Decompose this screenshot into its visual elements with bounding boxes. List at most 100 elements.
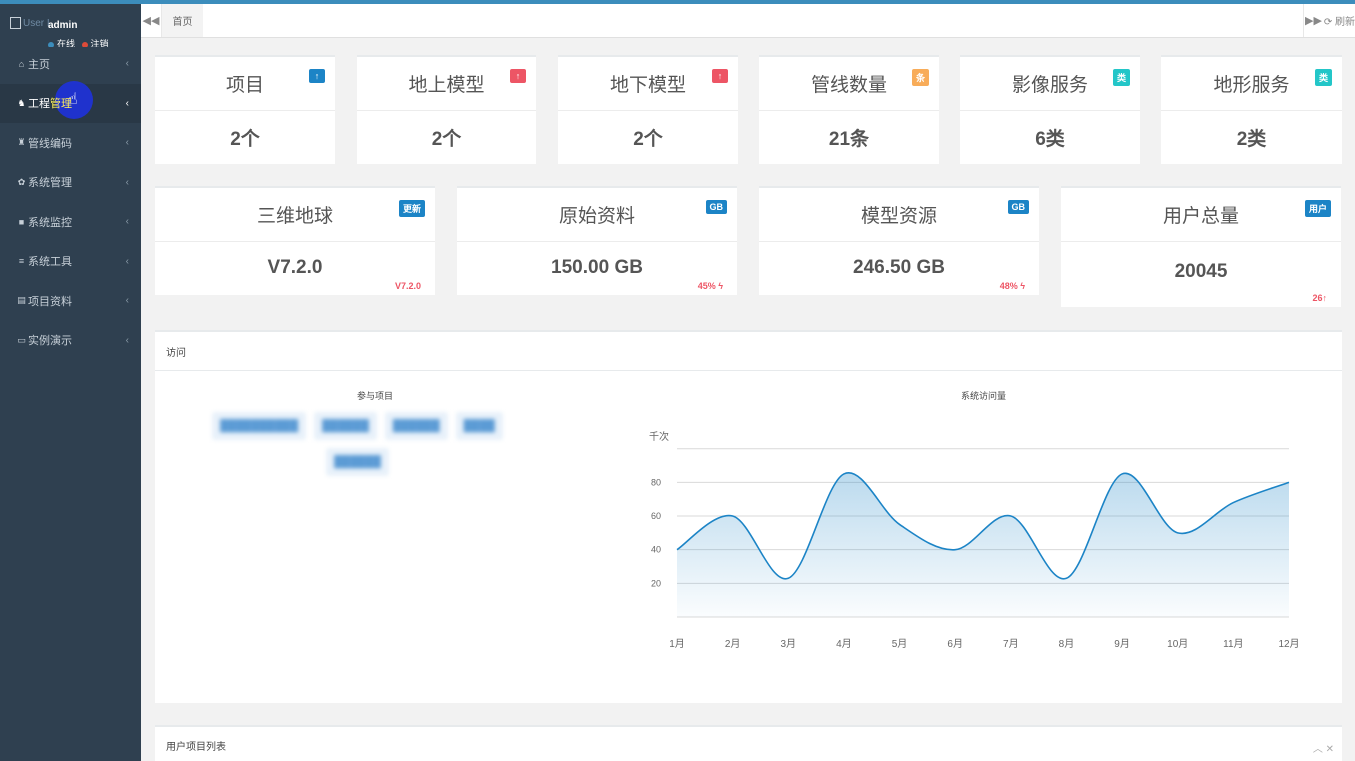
stat-title: 地上模型 [408,75,485,96]
x-tick-label: 8月 [1059,638,1075,650]
stat-badge: 条 [911,69,929,86]
x-tick-label: 12月 [1278,638,1299,650]
tab-scroll-right-button[interactable]: ▶▶ [1303,4,1323,37]
project-tag[interactable]: ██████ [384,412,448,440]
panel-tools-icons[interactable]: ︿ ✕ [1313,740,1334,755]
sidebar-item-pipeline-code[interactable]: ♜ 管线编码 ‹ [0,123,141,163]
stat-value: 6类 [1035,128,1065,150]
stat-title: 模型资源 [860,206,937,227]
gear-icon: ✿ [17,176,26,187]
stat-card-imagery-services: 影像服务 类 6类 [960,55,1140,164]
stat-card-raw-data: 原始资料 GB 150.00 GB 45% ϟ [457,186,737,295]
sidebar-item-system-monitor[interactable]: ■ 系统监控 ‹ [0,202,141,242]
tab-home[interactable]: 首页 [162,4,203,37]
y-tick-label: 60 [651,511,661,521]
stat-card-total-users: 用户总量 用户 20045 26↑ [1061,186,1341,307]
sidebar-item-project-management[interactable]: ♞ 工程管理 ☝ ‹ [0,80,141,123]
project-tag[interactable]: ████ [455,412,503,440]
sidebar-item-system-tools[interactable]: ≡ 系统工具 ‹ [0,242,141,282]
x-tick-label: 10月 [1167,638,1188,650]
refresh-button[interactable]: ⟳ 刷新 [1323,4,1355,37]
stat-card-underground-models: 地下模型 ↑ 2个 [558,55,738,164]
stat-value: V7.2.0 [267,257,323,278]
user-project-list-panel: 用户项目列表 ︿ ✕ [155,725,1342,761]
mouse-pointer-icon: ☝ [68,90,78,108]
chevron-left-icon: ‹ [125,334,129,346]
stat-value: 150.00 GB [551,257,643,278]
stat-badge: 类 [1112,69,1130,86]
chevron-left-icon: ‹ [125,216,129,228]
user-panel: User I admin 在线 注销 [0,4,141,47]
x-tick-label: 1月 [669,638,685,650]
y-tick-label: 40 [651,545,661,555]
sidebar-menu: ⌂ 主页 ‹ ♞ 工程管理 ☝ ‹ ♜ 管线编码 ‹ ✿ 系统管理 ‹ ■ 系统… [0,44,141,360]
stat-value: 21条 [828,128,870,150]
sidebar-item-label: 项目资料 [28,295,72,308]
stat-card-projects: 项目 ↑ 2个 [155,55,335,164]
stat-title: 三维地球 [256,206,333,227]
panel-title: 用户项目列表 [155,727,1342,761]
sidebar-item-label: 实例演示 [28,335,72,348]
stat-sub: 26↑ [1312,293,1327,303]
stat-badge: 更新 [398,200,425,217]
chevron-left-icon: ‹ [125,58,129,70]
sidebar-item-home[interactable]: ⌂ 主页 ‹ [0,44,141,84]
x-tick-label: 3月 [780,638,796,650]
project-tags: ██████████ ██████ ██████ ████ ██████ [205,412,510,476]
sidebar-item-demo[interactable]: ▭ 实例演示 ‹ [0,321,141,361]
chevron-left-icon: ‹ [125,255,129,267]
arrow-up-icon: ↑ [309,69,325,83]
stat-card-terrain-services: 地形服务 类 2类 [1161,55,1342,164]
stat-badge: GB [705,200,727,214]
arrow-up-icon: ↑ [510,69,526,83]
stat-value: 2个 [633,128,663,150]
stat-title: 影像服务 [1011,75,1088,96]
sidebar-item-label: 主页 [28,58,50,71]
stat-title: 项目 [225,75,264,96]
user-name[interactable]: admin [48,20,77,31]
y-axis-label: 千次 [649,430,669,443]
stat-value: 20045 [1174,261,1228,282]
chevron-left-icon: ‹ [125,137,129,149]
stat-sub: 48% ϟ [999,281,1025,291]
stat-card-model-resources: 模型资源 GB 246.50 GB 48% ϟ [759,186,1039,295]
stat-title: 用户总量 [1162,206,1239,227]
chevron-left-icon: ‹ [125,295,129,307]
stat-badge: 类 [1314,69,1332,86]
chevron-left-icon: ‹ [125,97,129,109]
tab-bar: ◀◀ 首页 ▶▶ ⟳ 刷新 [141,4,1355,38]
sidebar-item-label: 工程管理 [28,98,72,111]
sidebar-item-system-management[interactable]: ✿ 系统管理 ‹ [0,163,141,203]
building-icon: ♜ [17,137,26,148]
person-icon: ♞ [17,97,26,108]
sidebar-item-label: 系统管理 [28,177,72,190]
user-avatar[interactable] [10,17,21,29]
x-tick-label: 2月 [725,638,741,650]
stat-title: 原始资料 [558,206,635,227]
x-tick-label: 4月 [836,638,852,650]
project-tag[interactable]: ██████████ [212,412,307,440]
project-tag[interactable]: ██████ [314,412,377,440]
desktop-icon: ▭ [17,334,26,345]
stat-card-3d-globe: 三维地球 更新 V7.2.0 V7.2.0 [155,186,435,295]
x-tick-label: 5月 [892,638,908,650]
panel-title: 访问 [155,332,1342,371]
sidebar: User I admin 在线 注销 ⌂ 主页 ‹ ♞ 工程管理 ☝ ‹ ♜ 管… [0,4,141,761]
visits-panel: 访问 参与项目 ██████████ ██████ ██████ ████ ██… [155,330,1342,703]
sidebar-item-project-data[interactable]: ▤ 项目资料 ‹ [0,281,141,321]
y-tick-label: 80 [651,477,661,487]
bars-icon: ≡ [18,256,25,267]
y-tick-label: 20 [651,578,661,588]
database-icon: ▤ [17,295,26,306]
user-avatar-alt: User I [23,18,50,29]
project-tag[interactable]: ██████ [326,448,389,476]
visits-line-chart: 千次 20 40 60 80 1月 2月 3月 4月 5月 6月 7月 8月 9月 10月 11月 12月 [649,430,1300,650]
tab-scroll-left-button[interactable]: ◀◀ [141,4,162,37]
sidebar-item-label: 管线编码 [28,137,72,150]
arrow-up-icon: ↑ [712,69,728,83]
stat-sub: 45% ϟ [697,281,723,291]
stat-value: 2个 [230,128,260,150]
x-tick-label: 6月 [947,638,963,650]
x-tick-label: 9月 [1114,638,1130,650]
chevron-left-icon: ‹ [125,176,129,188]
